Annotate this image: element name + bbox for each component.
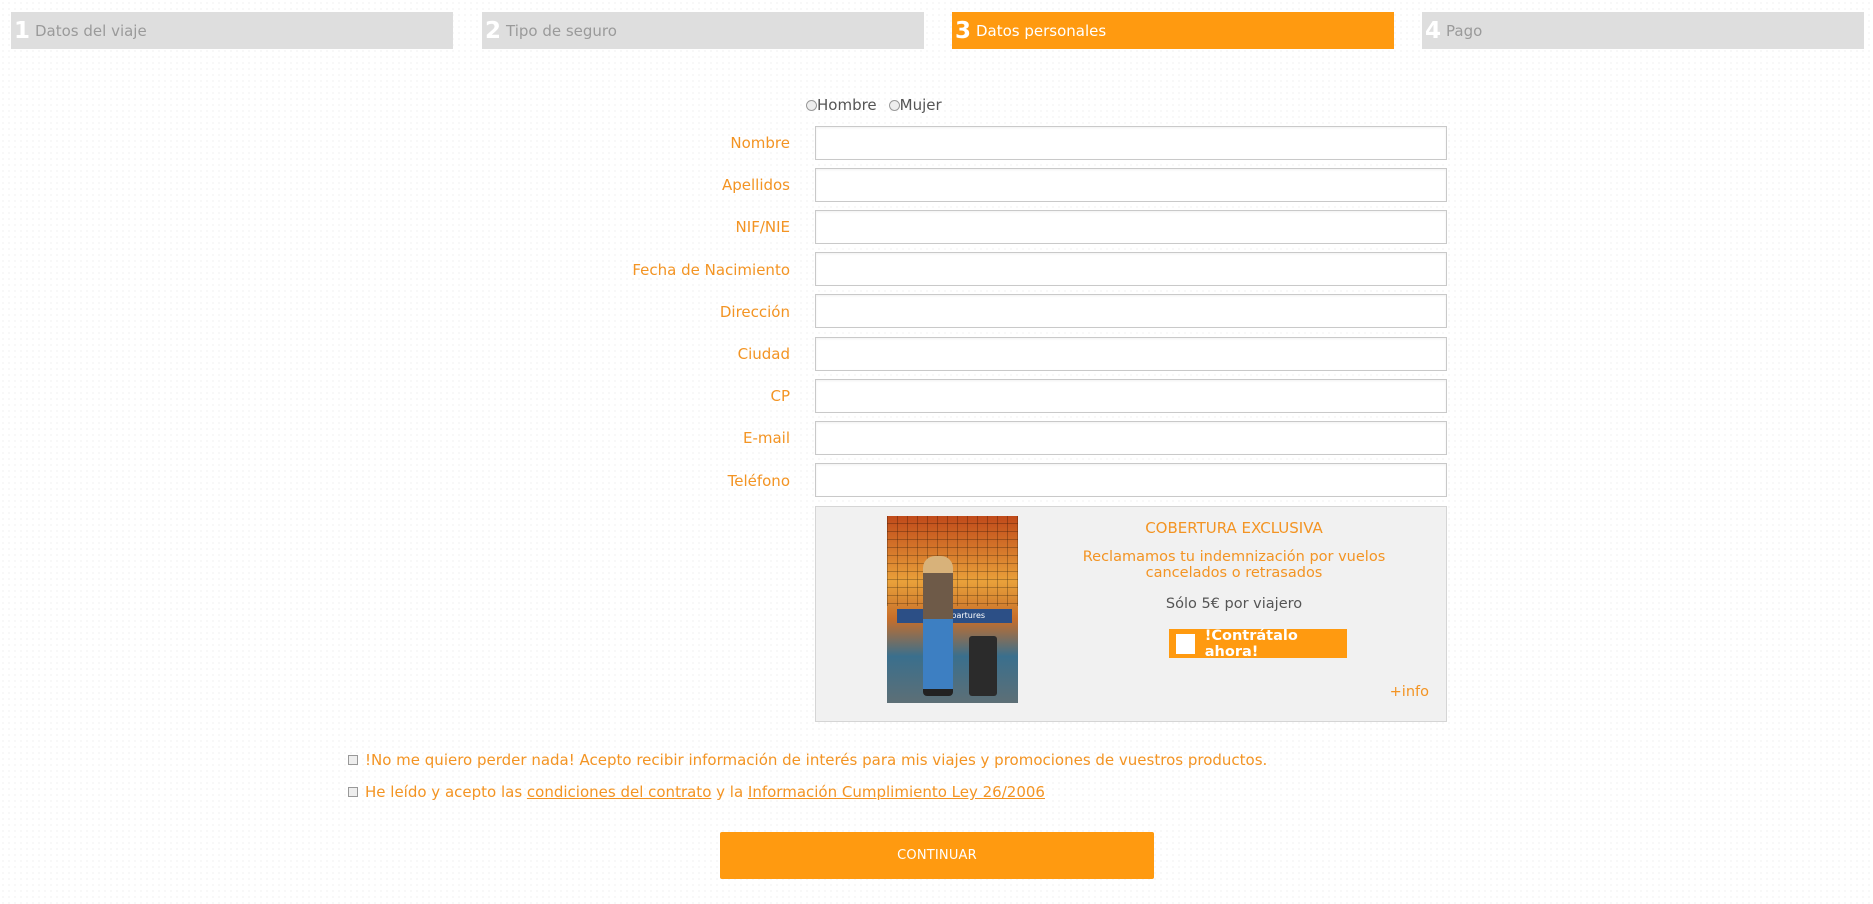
more-info-link[interactable]: +info	[1390, 684, 1429, 700]
contratalo-checkbox[interactable]	[1176, 633, 1195, 654]
traveler-photo: D... Departures	[887, 516, 1018, 703]
input-apellidos[interactable]	[815, 168, 1447, 202]
promo-box: D... Departures COBERTURA EXCLUSIVA Recl…	[815, 506, 1447, 722]
step-datos-del-viaje[interactable]: 1 Datos del viaje	[11, 12, 453, 49]
input-cp[interactable]	[815, 379, 1447, 413]
label-cp: CP	[770, 387, 790, 405]
step-label: Pago	[1446, 21, 1483, 40]
suitcase	[969, 636, 997, 696]
step-label: Tipo de seguro	[506, 21, 617, 40]
promo-title: COBERTURA EXCLUSIVA	[1145, 519, 1323, 537]
label-email: E-mail	[742, 429, 790, 447]
label-apellidos: Apellidos	[721, 176, 790, 194]
terms-consent: He leído y acepto las condiciones del co…	[348, 783, 1045, 801]
input-ciudad[interactable]	[815, 337, 1447, 371]
step-label: Datos personales	[976, 21, 1107, 40]
input-telefono[interactable]	[815, 463, 1447, 497]
departures-sign: D... Departures	[897, 609, 1012, 623]
gender-radio-group: Hombre Mujer	[806, 96, 954, 114]
label-ciudad: Ciudad	[737, 345, 790, 363]
promo-price: Sólo 5€ por viajero	[1165, 596, 1303, 612]
terms-middle: y la	[711, 783, 748, 801]
gender-option-hombre[interactable]: Hombre	[806, 96, 877, 114]
input-fecha-nacimiento[interactable]	[815, 252, 1447, 286]
contratalo-button[interactable]: !Contrátalo ahora!	[1169, 627, 1347, 660]
checkout-steps: 1 Datos del viaje 2 Tipo de seguro 3 Dat…	[11, 12, 1864, 49]
label-telefono: Teléfono	[727, 472, 790, 490]
label-direccion: Dirección	[719, 303, 790, 321]
newsletter-checkbox[interactable]	[348, 755, 358, 765]
continue-button[interactable]: CONTINUAR	[720, 832, 1154, 879]
label-nombre: Nombre	[730, 134, 790, 152]
step-tipo-de-seguro[interactable]: 2 Tipo de seguro	[482, 12, 924, 49]
step-number: 3	[954, 17, 971, 44]
input-nombre[interactable]	[815, 126, 1447, 160]
input-nif-nie[interactable]	[815, 210, 1447, 244]
newsletter-text: !No me quiero perder nada! Acepto recibi…	[365, 751, 1268, 769]
newsletter-consent: !No me quiero perder nada! Acepto recibi…	[348, 751, 1267, 769]
promo-description: Reclamamos tu indemnización por vuelos c…	[1082, 549, 1386, 581]
terms-checkbox[interactable]	[348, 787, 358, 797]
label-nif-nie: NIF/NIE	[735, 218, 790, 236]
terms-prefix: He leído y acepto las	[365, 783, 527, 801]
step-datos-personales[interactable]: 3 Datos personales	[952, 12, 1394, 49]
law-info-link[interactable]: Información Cumplimiento Ley 26/2006	[748, 783, 1045, 801]
gender-option-mujer[interactable]: Mujer	[888, 96, 942, 114]
step-number: 4	[1424, 17, 1441, 44]
step-number: 2	[484, 17, 501, 44]
radio-hombre[interactable]	[806, 99, 817, 111]
contract-conditions-link[interactable]: condiciones del contrato	[527, 783, 711, 801]
step-pago[interactable]: 4 Pago	[1422, 12, 1864, 49]
radio-label: Hombre	[817, 96, 877, 114]
radio-mujer[interactable]	[888, 99, 900, 111]
input-direccion[interactable]	[815, 294, 1447, 328]
input-email[interactable]	[815, 421, 1447, 455]
traveler-figure	[923, 556, 953, 696]
label-fecha-nacimiento: Fecha de Nacimiento	[632, 261, 790, 279]
step-number: 1	[13, 17, 30, 44]
contratalo-label: !Contrátalo ahora!	[1204, 627, 1298, 660]
radio-label: Mujer	[899, 96, 942, 114]
step-label: Datos del viaje	[35, 21, 147, 40]
